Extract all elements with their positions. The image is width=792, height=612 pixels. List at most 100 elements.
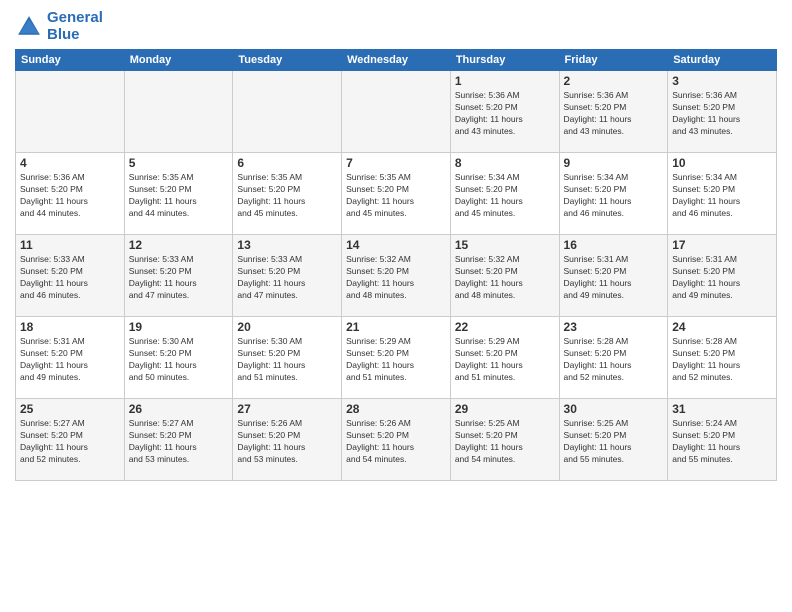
day-header-tuesday: Tuesday	[233, 50, 342, 71]
calendar-cell: 18Sunrise: 5:31 AMSunset: 5:20 PMDayligh…	[16, 317, 125, 399]
calendar-cell: 16Sunrise: 5:31 AMSunset: 5:20 PMDayligh…	[559, 235, 668, 317]
cell-info-line: Sunset: 5:20 PM	[564, 430, 664, 442]
cell-info-line: Sunrise: 5:31 AM	[564, 254, 664, 266]
day-number: 17	[672, 238, 772, 252]
week-row-1: 1Sunrise: 5:36 AMSunset: 5:20 PMDaylight…	[16, 71, 777, 153]
cell-info-line: and 49 minutes.	[672, 290, 772, 302]
calendar-container: General Blue SundayMondayTuesdayWednesda…	[0, 0, 792, 491]
cell-info-line: and 46 minutes.	[20, 290, 120, 302]
calendar-cell: 4Sunrise: 5:36 AMSunset: 5:20 PMDaylight…	[16, 153, 125, 235]
cell-info-line: Daylight: 11 hours	[237, 360, 337, 372]
cell-info-line: Sunset: 5:20 PM	[455, 184, 555, 196]
calendar-cell: 19 Sunrise: 5:30 AMSunset: 5:20 PMDayligh…	[124, 317, 233, 399]
cell-info-line: and 47 minutes.	[237, 290, 337, 302]
cell-info-line: and 51 minutes.	[455, 372, 555, 384]
day-number: 25	[20, 402, 120, 416]
logo-icon	[15, 13, 43, 41]
cell-info-line: Sunset: 5:20 PM	[564, 184, 664, 196]
cell-info-line: Daylight: 11 hours	[237, 442, 337, 454]
calendar-cell: 13Sunrise: 5:33 AMSunset: 5:20 PMDayligh…	[233, 235, 342, 317]
day-number: 12	[129, 238, 229, 252]
cell-info-line: Sunrise: 5:36 AM	[455, 90, 555, 102]
cell-info-line: and 48 minutes.	[346, 290, 446, 302]
day-header-sunday: Sunday	[16, 50, 125, 71]
calendar-cell: 31Sunrise: 5:24 AMSunset: 5:20 PMDayligh…	[668, 399, 777, 481]
calendar-cell: 9Sunrise: 5:34 AMSunset: 5:20 PMDaylight…	[559, 153, 668, 235]
cell-info-line: Sunset: 5:20 PM	[672, 184, 772, 196]
cell-info-line: Daylight: 11 hours	[346, 196, 446, 208]
cell-info-line: and 45 minutes.	[237, 208, 337, 220]
cell-info-line: Sunrise: 5:35 AM	[346, 172, 446, 184]
cell-info-line: and 53 minutes.	[129, 454, 229, 466]
calendar-cell: 12 Sunrise: 5:33 AMSunset: 5:20 PMDayligh…	[124, 235, 233, 317]
day-number: 9	[564, 156, 664, 170]
cell-info-line: Daylight: 11 hours	[346, 278, 446, 290]
logo: General Blue	[15, 10, 103, 43]
cell-info-line: and 47 minutes.	[129, 290, 229, 302]
calendar-cell: 10Sunrise: 5:34 AMSunset: 5:20 PMDayligh…	[668, 153, 777, 235]
cell-info-line: Sunrise: 5:36 AM	[672, 90, 772, 102]
cell-info-line: and 53 minutes.	[237, 454, 337, 466]
calendar-cell: 25Sunrise: 5:27 AMSunset: 5:20 PMDayligh…	[16, 399, 125, 481]
cell-info-line: Daylight: 11 hours	[564, 278, 664, 290]
week-row-5: 25Sunrise: 5:27 AMSunset: 5:20 PMDayligh…	[16, 399, 777, 481]
cell-info-line: Sunset: 5:20 PM	[129, 266, 229, 278]
logo-text: General Blue	[47, 10, 103, 43]
day-number: 19	[129, 320, 229, 334]
day-number: 23	[564, 320, 664, 334]
calendar-cell: 5Sunrise: 5:35 AMSunset: 5:20 PMDaylight…	[124, 153, 233, 235]
cell-info-line: Sunrise: 5:31 AM	[672, 254, 772, 266]
cell-info-line: and 46 minutes.	[564, 208, 664, 220]
cell-info-line: Sunset: 5:20 PM	[237, 184, 337, 196]
calendar-cell: 22Sunrise: 5:29 AMSunset: 5:20 PMDayligh…	[450, 317, 559, 399]
cell-info-line: Sunrise: 5:30 AM	[129, 336, 229, 348]
cell-info-line: Daylight: 11 hours	[672, 114, 772, 126]
calendar-cell: 3Sunrise: 5:36 AMSunset: 5:20 PMDaylight…	[668, 71, 777, 153]
cell-info-line: Daylight: 11 hours	[564, 196, 664, 208]
day-number: 8	[455, 156, 555, 170]
calendar-cell: 28Sunrise: 5:26 AMSunset: 5:20 PMDayligh…	[342, 399, 451, 481]
cell-info-line: Daylight: 11 hours	[129, 360, 229, 372]
calendar-cell: 27Sunrise: 5:26 AMSunset: 5:20 PMDayligh…	[233, 399, 342, 481]
cell-info-line: Sunset: 5:20 PM	[237, 430, 337, 442]
cell-info-line: and 54 minutes.	[346, 454, 446, 466]
cell-info-line: Sunrise: 5:28 AM	[564, 336, 664, 348]
cell-info-line: Sunrise: 5:29 AM	[346, 336, 446, 348]
cell-info-line: and 51 minutes.	[346, 372, 446, 384]
calendar-cell: 15Sunrise: 5:32 AMSunset: 5:20 PMDayligh…	[450, 235, 559, 317]
week-row-2: 4Sunrise: 5:36 AMSunset: 5:20 PMDaylight…	[16, 153, 777, 235]
day-number: 21	[346, 320, 446, 334]
calendar-cell: 17Sunrise: 5:31 AMSunset: 5:20 PMDayligh…	[668, 235, 777, 317]
cell-info-line: Sunset: 5:20 PM	[129, 184, 229, 196]
cell-info-line: Daylight: 11 hours	[237, 196, 337, 208]
cell-info-line: Sunset: 5:20 PM	[672, 348, 772, 360]
cell-info-line: and 46 minutes.	[672, 208, 772, 220]
cell-info-line: and 44 minutes.	[129, 208, 229, 220]
cell-info-line: Sunrise: 5:32 AM	[346, 254, 446, 266]
cell-info-line: Sunrise: 5:33 AM	[20, 254, 120, 266]
cell-info-line: Sunrise: 5:24 AM	[672, 418, 772, 430]
cell-info-line: Sunrise: 5:30 AM	[237, 336, 337, 348]
cell-info-line: and 50 minutes.	[129, 372, 229, 384]
calendar-cell: 11Sunrise: 5:33 AMSunset: 5:20 PMDayligh…	[16, 235, 125, 317]
cell-info-line: Sunset: 5:20 PM	[129, 348, 229, 360]
cell-info-line: and 55 minutes.	[564, 454, 664, 466]
cell-info-line: Sunset: 5:20 PM	[346, 348, 446, 360]
days-header-row: SundayMondayTuesdayWednesdayThursdayFrid…	[16, 50, 777, 71]
cell-info-line: Sunset: 5:20 PM	[455, 102, 555, 114]
cell-info-line: Sunrise: 5:33 AM	[129, 254, 229, 266]
day-number: 3	[672, 74, 772, 88]
cell-info-line: Daylight: 11 hours	[129, 196, 229, 208]
day-header-friday: Friday	[559, 50, 668, 71]
day-number: 31	[672, 402, 772, 416]
cell-info-line: Sunset: 5:20 PM	[346, 430, 446, 442]
cell-info-line: Sunrise: 5:35 AM	[129, 172, 229, 184]
calendar-cell: 26Sunrise: 5:27 AMSunset: 5:20 PMDayligh…	[124, 399, 233, 481]
day-header-saturday: Saturday	[668, 50, 777, 71]
week-row-4: 18Sunrise: 5:31 AMSunset: 5:20 PMDayligh…	[16, 317, 777, 399]
day-number: 2	[564, 74, 664, 88]
cell-info-line: Daylight: 11 hours	[346, 442, 446, 454]
cell-info-line: Sunrise: 5:34 AM	[672, 172, 772, 184]
cell-info-line: Daylight: 11 hours	[129, 278, 229, 290]
header: General Blue	[15, 10, 777, 43]
